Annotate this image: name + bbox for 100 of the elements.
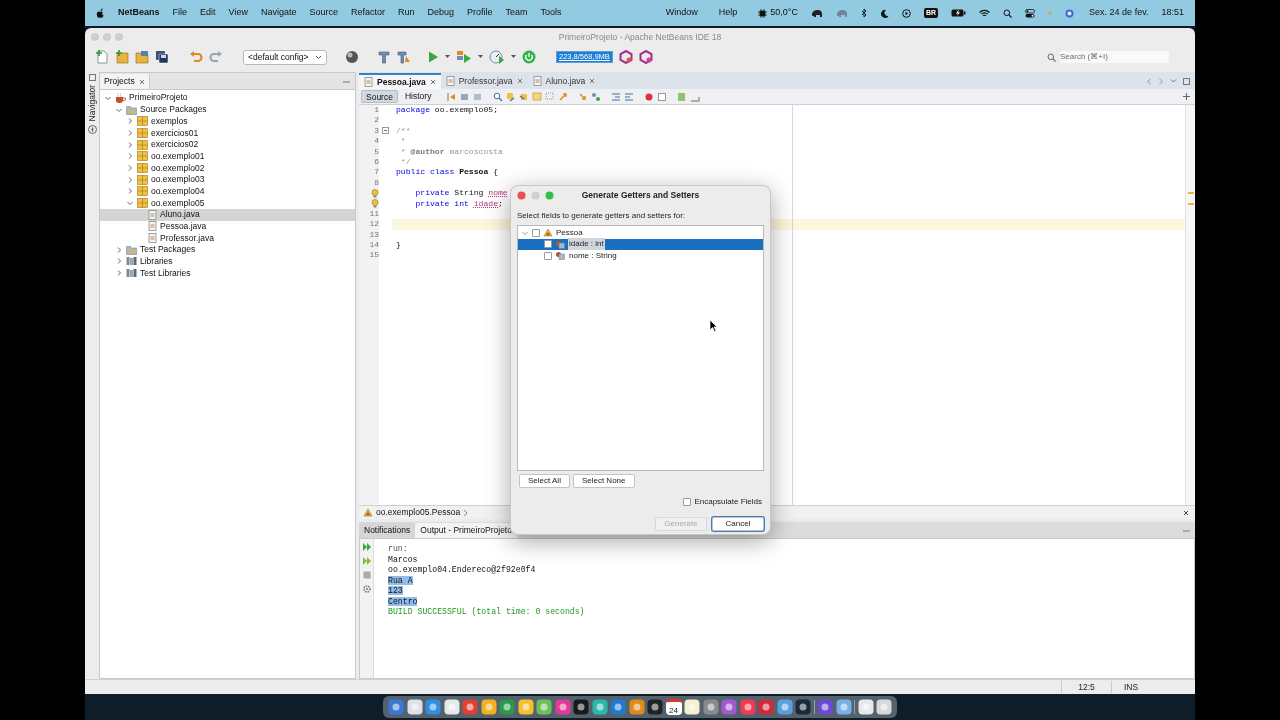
app-icon[interactable] (610, 699, 626, 715)
close-icon[interactable] (1183, 509, 1189, 516)
dialog-button[interactable]: Cancel (712, 517, 764, 531)
app-icon[interactable] (647, 699, 663, 715)
run-icon[interactable] (427, 50, 439, 64)
close-icon[interactable] (138, 78, 145, 85)
app-icon[interactable] (721, 699, 737, 715)
apple-icon[interactable] (96, 8, 105, 18)
caret-icon[interactable] (478, 55, 483, 59)
rerun-icon[interactable] (361, 542, 372, 552)
app-icon[interactable] (739, 699, 756, 715)
app-icon[interactable] (857, 699, 874, 715)
field-row[interactable]: idade : int (518, 238, 763, 250)
tree-item[interactable]: Libraries (100, 255, 355, 268)
garbage-collect-icon[interactable] (618, 50, 633, 64)
navigator-tab[interactable]: Navigator (85, 85, 99, 122)
menu-bar-date[interactable]: Sex. 24 de fev. (1089, 6, 1149, 20)
editor-tab[interactable]: Professor.java (440, 73, 528, 89)
hammer-icon[interactable] (377, 50, 391, 64)
battery-icon[interactable] (951, 9, 967, 17)
checkbox[interactable] (544, 251, 552, 260)
menu-item[interactable]: Tools (540, 6, 562, 20)
menu-item[interactable]: Window (665, 6, 698, 20)
app-icon[interactable] (499, 699, 515, 715)
menu-bar-time[interactable]: 18:51 (1161, 6, 1184, 20)
panel-tab[interactable]: Output - PrimeiroProjeto (415, 523, 517, 538)
editor-tab[interactable]: Pessoa.java (359, 73, 441, 89)
lightbulb-icon[interactable] (371, 188, 379, 198)
tree-item[interactable]: oo.exemplo01 (100, 150, 355, 163)
close-window-icon[interactable] (517, 190, 526, 200)
find-previous-icon[interactable] (506, 91, 517, 102)
tree-item[interactable]: exercicios01 (100, 127, 355, 139)
breadcrumb[interactable]: oo.exemplo05.Pessoa (376, 506, 461, 519)
app-icon[interactable] (573, 699, 589, 715)
close-icon[interactable] (589, 78, 596, 84)
tree-item[interactable]: oo.exemplo03 (100, 173, 355, 186)
panel-tab[interactable]: Notifications (359, 523, 416, 538)
new-file-icon[interactable] (95, 50, 109, 64)
open-folder-icon[interactable] (135, 50, 149, 64)
menu-item[interactable]: Run (398, 6, 415, 20)
app-menu[interactable]: NetBeans (118, 6, 160, 20)
tree-item[interactable]: exercicios02 (100, 138, 355, 151)
checkbox[interactable] (683, 498, 692, 506)
app-icon[interactable] (876, 699, 892, 715)
tree-item[interactable]: Test Libraries (100, 267, 355, 279)
menu-item[interactable]: Debug (427, 6, 455, 20)
app-icon[interactable] (480, 699, 497, 715)
hammer-broom-icon[interactable] (397, 50, 411, 64)
minimize-icon[interactable] (343, 78, 350, 85)
dialog-button[interactable]: Select None (572, 474, 635, 488)
tree-item[interactable]: Pessoa.java (100, 220, 355, 233)
lightbulb-icon[interactable] (371, 199, 379, 209)
view-tab[interactable]: Source (361, 90, 398, 103)
app-icon[interactable] (425, 699, 441, 715)
tree-item[interactable]: Pessoa (556, 226, 583, 239)
split-icon[interactable] (1183, 93, 1190, 100)
app-icon[interactable] (554, 699, 571, 715)
tree-item[interactable]: Source Packages (100, 103, 355, 116)
toggle-highlight-icon[interactable] (532, 91, 543, 102)
app-icon[interactable] (443, 699, 460, 715)
menu-item[interactable]: View (228, 6, 248, 20)
app-icon[interactable] (835, 699, 852, 715)
tree-item[interactable]: oo.exemplo05 (100, 197, 355, 209)
field-row[interactable]: nome : String (518, 250, 763, 262)
app-icon[interactable] (817, 699, 833, 715)
moon-icon[interactable] (879, 8, 889, 18)
dialog-button[interactable]: Select All (519, 474, 570, 488)
tree-item[interactable]: oo.exemplo02 (100, 162, 355, 174)
save-all-icon[interactable] (155, 50, 169, 64)
close-icon[interactable] (516, 78, 523, 84)
projects-tab[interactable]: Projects (100, 74, 150, 89)
view-tab[interactable]: History (400, 90, 436, 103)
caret-icon[interactable] (511, 55, 516, 59)
app-icon[interactable] (406, 699, 423, 715)
last-edit-icon[interactable] (447, 91, 458, 102)
tree-item[interactable]: Aluno.java (100, 208, 355, 221)
menu-item[interactable]: Source (309, 6, 338, 20)
record-macro-icon[interactable] (644, 91, 655, 102)
app-icon[interactable] (591, 699, 608, 715)
find-next-icon[interactable] (519, 91, 530, 102)
next-bookmark-icon[interactable] (578, 91, 589, 102)
stop-icon[interactable] (361, 570, 372, 580)
app-icon[interactable] (758, 699, 774, 715)
search-icon[interactable] (1003, 8, 1013, 18)
bluetooth-icon[interactable] (860, 8, 867, 18)
menu-item[interactable]: Team (505, 6, 528, 20)
app-icon[interactable] (517, 699, 534, 715)
app-icon[interactable] (795, 699, 811, 715)
find-icon[interactable] (493, 91, 504, 102)
comment-icon[interactable] (677, 91, 688, 102)
config-dropdown[interactable]: <default config> (243, 49, 327, 65)
tree-item[interactable]: exemplos (100, 115, 355, 128)
rerun-icon[interactable] (361, 556, 372, 566)
app-icon[interactable] (776, 699, 793, 715)
shift-left-icon[interactable] (611, 91, 622, 102)
minimize-icon[interactable] (1183, 527, 1190, 534)
fold-icon[interactable] (382, 127, 389, 135)
play-circle-icon[interactable] (901, 8, 911, 18)
close-icon[interactable] (429, 79, 436, 85)
navigator-icon[interactable] (87, 125, 97, 135)
